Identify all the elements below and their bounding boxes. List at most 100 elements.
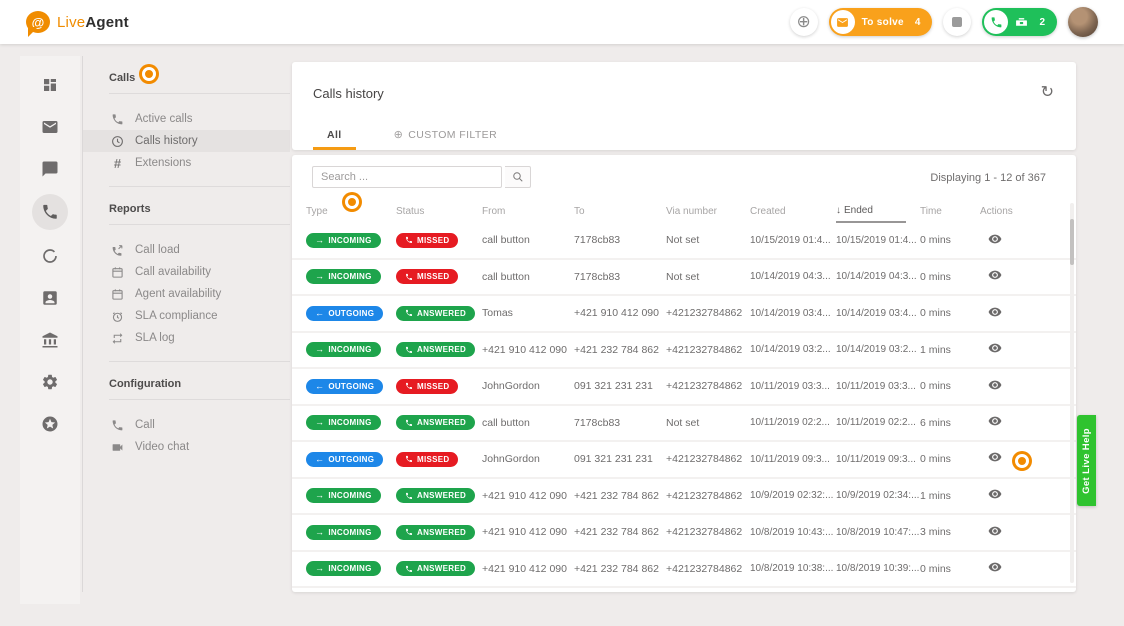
sidebar-item-sla-log[interactable]: SLA log bbox=[83, 327, 290, 349]
user-avatar[interactable] bbox=[1068, 7, 1098, 37]
ended-cell: 10/11/2019 09:3... bbox=[836, 454, 920, 465]
view-call-button[interactable] bbox=[988, 378, 1002, 392]
table-row[interactable]: →INCOMING MISSED call button 7178cb83 No… bbox=[292, 223, 1076, 260]
table-row[interactable]: ←OUTGOING MISSED JohnGordon 091 321 231 … bbox=[292, 369, 1076, 406]
add-button[interactable]: ⊕ bbox=[790, 8, 818, 36]
ended-cell: 10/14/2019 04:3... bbox=[836, 271, 920, 282]
to-solve-button[interactable]: To solve 4 bbox=[829, 8, 933, 36]
eye-icon bbox=[988, 450, 1002, 464]
column-header-to[interactable]: To bbox=[574, 206, 666, 217]
logo-bubble-icon: @ bbox=[26, 11, 50, 33]
sidebar-item-calls-history[interactable]: Calls history bbox=[83, 130, 290, 152]
tab-custom-filter[interactable]: ⊕CUSTOM FILTER bbox=[380, 128, 511, 150]
column-header-time[interactable]: Time bbox=[920, 206, 980, 217]
to-cell: +421 910 412 090 bbox=[574, 307, 666, 319]
column-header-via-number[interactable]: Via number bbox=[666, 206, 750, 217]
sidebar-item-agent-availability[interactable]: Agent availability bbox=[83, 283, 290, 305]
liveagent-logo[interactable]: @ LiveAgent bbox=[26, 11, 129, 33]
created-cell: 10/8/2019 10:43:... bbox=[750, 527, 836, 538]
table-row[interactable]: →INCOMING ANSWERED +421 910 412 090 +421… bbox=[292, 333, 1076, 370]
view-call-button[interactable] bbox=[988, 487, 1002, 501]
time-cell: 0 mins bbox=[920, 380, 980, 392]
phone-icon bbox=[405, 273, 413, 281]
table-scrollbar-thumb[interactable] bbox=[1070, 219, 1074, 265]
pause-button[interactable] bbox=[943, 8, 971, 36]
rail-dashboard[interactable] bbox=[33, 68, 67, 101]
eye-icon bbox=[988, 305, 1002, 319]
direction-arrow-icon: → bbox=[315, 418, 324, 427]
sidebar-item-video-chat[interactable]: Video chat bbox=[83, 436, 290, 458]
created-cell: 10/14/2019 03:4... bbox=[750, 308, 836, 319]
ended-cell: 10/11/2019 02:2... bbox=[836, 417, 920, 428]
table-row[interactable]: →INCOMING ANSWERED call button 7178cb83 … bbox=[292, 406, 1076, 443]
via-number-cell: Not set bbox=[666, 271, 750, 283]
rail-badges[interactable] bbox=[33, 407, 67, 440]
view-call-button[interactable] bbox=[988, 450, 1002, 464]
active-calls-count: 2 bbox=[1039, 17, 1045, 28]
rail-status[interactable] bbox=[33, 239, 67, 272]
view-call-button[interactable] bbox=[988, 560, 1002, 574]
table-row[interactable]: ←OUTGOING ANSWERED Tomas +421 910 412 09… bbox=[292, 296, 1076, 333]
actions-cell bbox=[980, 378, 1076, 395]
sidebar-item-active-calls[interactable]: Active calls bbox=[83, 108, 290, 130]
phone-icon bbox=[984, 10, 1008, 34]
table-body: →INCOMING MISSED call button 7178cb83 No… bbox=[292, 223, 1076, 588]
sidebar-item-extensions[interactable]: # Extensions bbox=[83, 152, 290, 174]
rail-contacts[interactable] bbox=[33, 281, 67, 314]
softphone-icon bbox=[1015, 16, 1028, 29]
created-cell: 10/14/2019 03:2... bbox=[750, 344, 836, 355]
get-live-help-button[interactable]: Get Live Help bbox=[1077, 415, 1096, 506]
phone-icon bbox=[111, 419, 124, 432]
table-row[interactable]: →INCOMING MISSED call button 7178cb83 No… bbox=[292, 260, 1076, 297]
sidebar-section-configuration: Configuration bbox=[83, 362, 290, 399]
sidebar-item-call-config[interactable]: Call bbox=[83, 414, 290, 436]
tutorial-hotspot-type[interactable] bbox=[345, 195, 359, 209]
phone-icon bbox=[405, 309, 413, 317]
mail-icon bbox=[41, 118, 59, 136]
call-type-badge: →INCOMING bbox=[306, 233, 381, 248]
rail-mail[interactable] bbox=[33, 110, 67, 143]
rail-calls[interactable] bbox=[32, 194, 68, 230]
rail-chat[interactable] bbox=[33, 152, 67, 185]
call-type-badge: →INCOMING bbox=[306, 525, 381, 540]
rail-settings[interactable] bbox=[33, 365, 67, 398]
via-number-cell: +421232784862 bbox=[666, 380, 750, 392]
sidebar-item-call-availability[interactable]: Call availability bbox=[83, 261, 290, 283]
column-header-ended[interactable]: ↓Ended bbox=[836, 199, 906, 223]
refresh-button[interactable]: ↻ bbox=[1041, 82, 1054, 102]
liveagent-app: @ LiveAgent ⊕ To solve 4 2 bbox=[0, 0, 1124, 626]
call-status-badge: ANSWERED bbox=[396, 342, 475, 357]
view-call-button[interactable] bbox=[988, 524, 1002, 538]
eye-icon bbox=[988, 487, 1002, 501]
view-call-button[interactable] bbox=[988, 341, 1002, 355]
call-status-badge: ANSWERED bbox=[396, 306, 475, 321]
search-button[interactable] bbox=[505, 166, 531, 188]
chat-icon bbox=[41, 160, 59, 178]
view-call-button[interactable] bbox=[988, 232, 1002, 246]
column-header-created[interactable]: Created bbox=[750, 206, 836, 217]
view-call-button[interactable] bbox=[988, 305, 1002, 319]
table-row[interactable]: →INCOMING ANSWERED +421 910 412 090 +421… bbox=[292, 479, 1076, 516]
from-cell: JohnGordon bbox=[482, 453, 574, 465]
call-status-button[interactable]: 2 bbox=[982, 8, 1057, 36]
tab-all[interactable]: All bbox=[313, 128, 356, 150]
sidebar-item-label: Extensions bbox=[135, 157, 191, 169]
tutorial-hotspot-view-call[interactable] bbox=[1015, 454, 1029, 468]
column-header-from[interactable]: From bbox=[482, 206, 574, 217]
to-cell: 091 321 231 231 bbox=[574, 453, 666, 465]
table-row[interactable]: →INCOMING ANSWERED +421 910 412 090 +421… bbox=[292, 552, 1076, 589]
view-call-button[interactable] bbox=[988, 268, 1002, 282]
table-row[interactable]: ←OUTGOING MISSED JohnGordon 091 321 231 … bbox=[292, 442, 1076, 479]
rail-company[interactable] bbox=[33, 323, 67, 356]
column-header-status[interactable]: Status bbox=[396, 206, 482, 217]
settings-icon bbox=[41, 373, 59, 391]
tutorial-hotspot-calls[interactable] bbox=[142, 67, 156, 81]
to-cell: +421 232 784 862 bbox=[574, 490, 666, 502]
search-input[interactable] bbox=[312, 166, 502, 188]
sidebar-item-call-load[interactable]: Call load bbox=[83, 239, 290, 261]
view-call-button[interactable] bbox=[988, 414, 1002, 428]
table-row[interactable]: →INCOMING ANSWERED +421 910 412 090 +421… bbox=[292, 515, 1076, 552]
hash-icon: # bbox=[111, 156, 124, 171]
sidebar-item-sla-compliance[interactable]: SLA compliance bbox=[83, 305, 290, 327]
created-cell: 10/11/2019 03:3... bbox=[750, 381, 836, 392]
